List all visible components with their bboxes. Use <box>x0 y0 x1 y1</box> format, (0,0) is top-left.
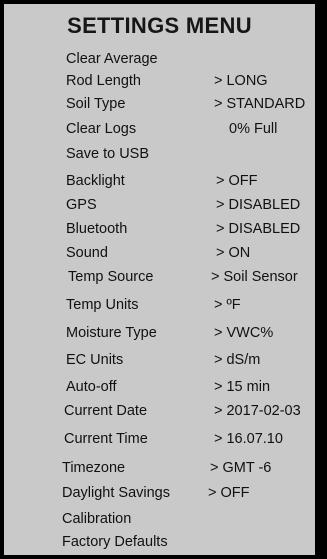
menu-item-label: Backlight <box>66 173 125 189</box>
menu-item-label: GPS <box>66 197 97 213</box>
menu-item-label: EC Units <box>66 352 124 368</box>
menu-item-value: > 2017-02-03 <box>214 403 301 419</box>
menu-item-label: Clear Average <box>66 51 158 67</box>
menu-item-temp-source[interactable]: Temp Source > Soil Sensor <box>68 266 311 288</box>
menu-item-ec-units[interactable]: EC Units > dS/m <box>66 349 306 371</box>
menu-item-value: > LONG <box>214 73 268 89</box>
menu-item-label: Clear Logs <box>66 121 137 137</box>
menu-item-bluetooth[interactable]: Bluetooth > DISABLED <box>66 218 311 240</box>
menu-item-label: Timezone <box>62 460 126 476</box>
menu-item-label: Soil Type <box>66 96 126 112</box>
menu-item-label: Calibration <box>62 511 132 527</box>
menu-item-temp-units[interactable]: Temp Units > ºF <box>66 294 306 316</box>
menu-item-label: Current Time <box>64 431 148 447</box>
menu-item-value: > STANDARD <box>214 96 306 112</box>
menu-item-value: 0% Full <box>229 121 278 137</box>
menu-item-label: Moisture Type <box>66 325 157 341</box>
menu-item-label: Temp Units <box>66 297 139 313</box>
menu-item-save-to-usb[interactable]: Save to USB <box>66 143 306 165</box>
menu-item-daylight-savings[interactable]: Daylight Savings > OFF <box>62 482 302 504</box>
menu-item-value: > 15 min <box>214 379 271 395</box>
menu-item-value: > GMT -6 <box>210 460 272 476</box>
menu-item-value: > VWC% <box>214 325 274 341</box>
device-screen: SETTINGS MENU Clear Average Rod Length >… <box>0 0 327 559</box>
menu-item-label: Save to USB <box>66 146 150 162</box>
menu-item-backlight[interactable]: Backlight > OFF <box>66 170 306 192</box>
page-title: SETTINGS MENU <box>67 13 252 38</box>
menu-item-label: Temp Source <box>68 269 154 285</box>
menu-item-current-date[interactable]: Current Date > 2017-02-03 <box>64 400 309 422</box>
menu-item-value: > OFF <box>216 173 258 189</box>
menu-item-moisture-type[interactable]: Moisture Type > VWC% <box>66 322 306 344</box>
menu-item-soil-type[interactable]: Soil Type > STANDARD <box>66 93 311 115</box>
menu-item-calibration[interactable]: Calibration <box>62 508 302 530</box>
menu-item-clear-average[interactable]: Clear Average <box>66 48 306 70</box>
menu-item-label: Sound <box>66 245 108 261</box>
menu-item-value: > OFF <box>208 485 250 501</box>
menu-item-value: > Soil Sensor <box>211 269 298 285</box>
menu-item-label: Daylight Savings <box>62 485 170 501</box>
menu-item-gps[interactable]: GPS > DISABLED <box>66 194 311 216</box>
menu-item-sound[interactable]: Sound > ON <box>66 242 306 264</box>
menu-item-value: > DISABLED <box>216 197 301 213</box>
menu-item-auto-off[interactable]: Auto-off > 15 min <box>66 376 306 398</box>
menu-item-rod-length[interactable]: Rod Length > LONG <box>66 70 306 92</box>
menu-item-clear-logs[interactable]: Clear Logs 0% Full <box>66 118 306 140</box>
menu-item-value: > 16.07.10 <box>214 431 283 447</box>
menu-item-value: > ON <box>216 245 251 261</box>
menu-item-label: Bluetooth <box>66 221 128 237</box>
menu-item-value: > DISABLED <box>216 221 301 237</box>
menu-item-value: > dS/m <box>214 352 261 368</box>
screen-edge <box>318 0 327 559</box>
menu-item-label: Rod Length <box>66 73 141 89</box>
menu-item-label: Auto-off <box>66 379 117 395</box>
menu-item-value: > ºF <box>214 297 241 313</box>
menu-item-current-time[interactable]: Current Time > 16.07.10 <box>64 428 304 450</box>
menu-item-label: Current Date <box>64 403 148 419</box>
menu-item-label: Factory Defaults <box>62 534 168 550</box>
settings-panel: SETTINGS MENU Clear Average Rod Length >… <box>4 4 315 555</box>
menu-item-factory-defaults[interactable]: Factory Defaults <box>62 531 302 553</box>
menu-item-timezone[interactable]: Timezone > GMT -6 <box>62 457 302 479</box>
